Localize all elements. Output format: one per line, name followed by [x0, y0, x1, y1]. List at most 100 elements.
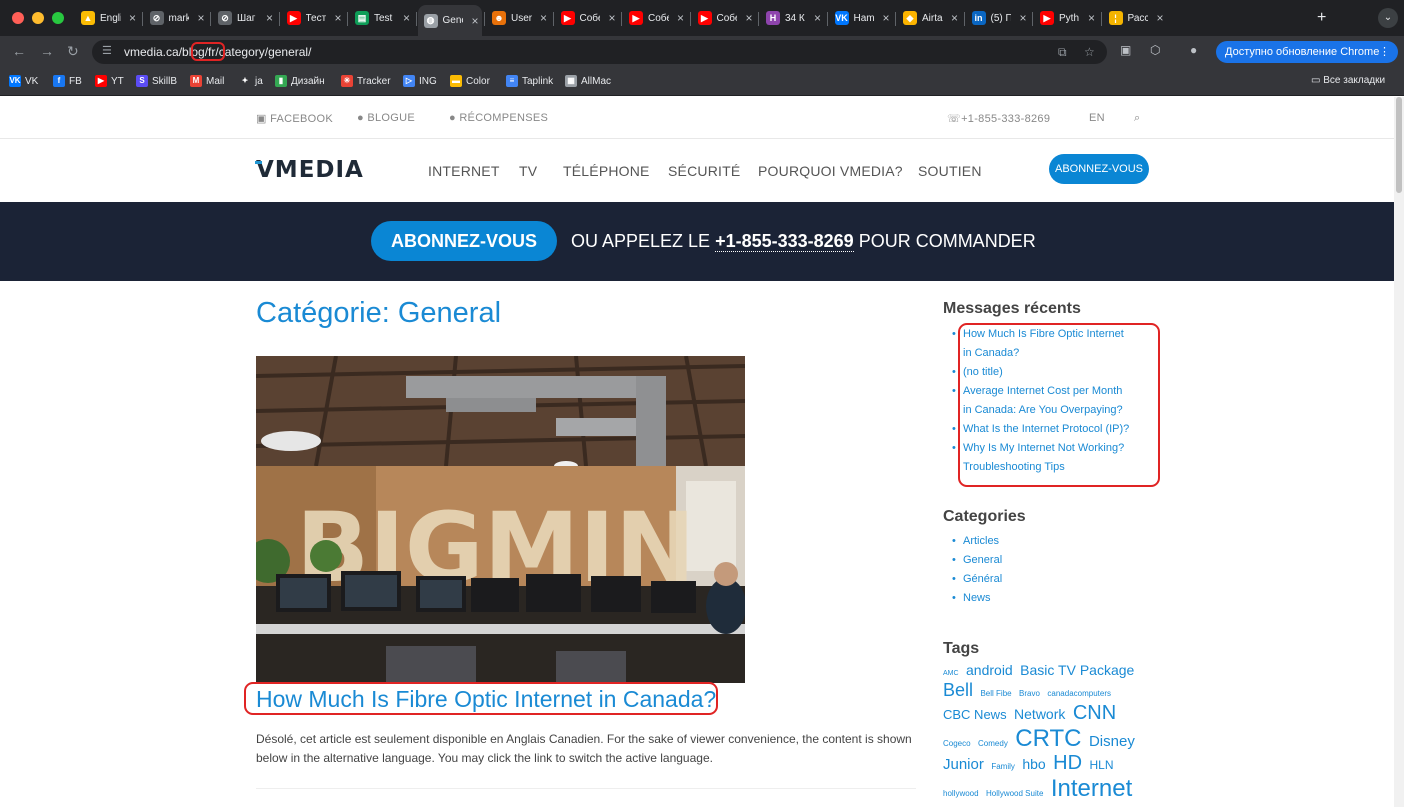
subscribe-button[interactable]: ABONNEZ-VOUS: [1049, 154, 1149, 184]
bookmark-item[interactable]: ▶ YT: [95, 75, 124, 87]
nav-telephone[interactable]: TÉLÉPHONE: [563, 163, 650, 179]
page-scrollbar[interactable]: [1394, 97, 1404, 807]
browser-tab[interactable]: ▶ Тест ×: [281, 7, 346, 29]
minimize-window-button[interactable]: [32, 12, 44, 24]
close-tab-icon[interactable]: ×: [1085, 11, 1099, 25]
browser-tab[interactable]: H 34 К ×: [760, 7, 825, 29]
bookmark-item[interactable]: S SkillB: [136, 75, 177, 87]
close-tab-icon[interactable]: ×: [126, 11, 140, 25]
translate-extension-icon[interactable]: ▣: [1120, 43, 1131, 57]
address-bar[interactable]: ☰ vmedia.ca/blog/fr/category/general/ ⧉ …: [92, 40, 1107, 64]
tag-link[interactable]: CBC News: [943, 707, 1007, 722]
close-window-button[interactable]: [12, 12, 24, 24]
browser-tab[interactable]: ⊘ Шаг ×: [212, 7, 277, 29]
tag-link[interactable]: Basic TV Package: [1020, 662, 1134, 678]
tag-link[interactable]: Cogeco: [943, 739, 971, 748]
browser-tab[interactable]: ◆ Airta ×: [897, 7, 962, 29]
banner-subscribe-button[interactable]: ABONNEZ-VOUS: [371, 221, 557, 261]
bookmark-item[interactable]: ✦ ja: [239, 75, 263, 87]
back-icon[interactable]: ←: [12, 43, 26, 59]
browser-tab[interactable]: ▶ Собе ×: [555, 7, 620, 29]
browser-tab[interactable]: ☻ User ×: [486, 7, 551, 29]
bookmark-item[interactable]: ✳ Tracker: [341, 75, 391, 87]
tag-link[interactable]: Bell: [943, 680, 973, 700]
close-tab-icon[interactable]: ×: [537, 11, 551, 25]
sidebar-link[interactable]: • News: [952, 589, 1002, 608]
browser-tab[interactable]: ◍ Gene ×: [417, 5, 482, 36]
blog-link[interactable]: ● BLOGUE: [357, 112, 415, 124]
profile-avatar-icon[interactable]: ●: [1190, 43, 1197, 57]
chrome-update-button[interactable]: Доступно обновление Chrome ⋮: [1216, 41, 1398, 63]
tag-link[interactable]: Hollywood Suite: [986, 789, 1043, 798]
browser-tab[interactable]: ¦ Расс ×: [1103, 7, 1168, 29]
translate-icon[interactable]: ⧉: [1058, 45, 1067, 60]
close-tab-icon[interactable]: ×: [194, 11, 208, 25]
tag-link[interactable]: android: [966, 662, 1013, 678]
sidebar-link[interactable]: • Général: [952, 570, 1002, 589]
nav-internet[interactable]: INTERNET: [428, 163, 500, 179]
tag-link[interactable]: Internet: [1051, 775, 1132, 802]
bookmark-item[interactable]: ▬ Color: [450, 75, 490, 87]
close-tab-icon[interactable]: ×: [811, 11, 825, 25]
bookmark-item[interactable]: f FB: [53, 75, 82, 87]
sidebar-link[interactable]: • General: [952, 551, 1002, 570]
topbar-phone-link[interactable]: ☏+1-855-333-8269: [947, 112, 1050, 125]
site-info-icon[interactable]: ☰: [102, 44, 112, 57]
tag-link[interactable]: hollywood: [943, 789, 979, 798]
scrollbar-thumb[interactable]: [1396, 97, 1402, 193]
tag-link[interactable]: Bravo: [1019, 689, 1040, 698]
forward-icon[interactable]: →: [40, 43, 54, 59]
facebook-link[interactable]: ▣ FACEBOOK: [256, 112, 333, 125]
browser-tab[interactable]: ▶ Pyth ×: [1034, 7, 1099, 29]
nav-support[interactable]: SOUTIEN: [918, 163, 982, 179]
tag-link[interactable]: CRTC: [1015, 725, 1081, 752]
extensions-icon[interactable]: ⬡: [1150, 43, 1160, 57]
banner-phone-link[interactable]: +1-855-333-8269: [715, 231, 854, 252]
browser-tab[interactable]: ▤ Test ×: [349, 7, 414, 29]
tag-link[interactable]: AMC: [943, 670, 959, 677]
sidebar-link[interactable]: • Articles: [952, 532, 1002, 551]
tag-link[interactable]: Bell Fibe: [980, 689, 1011, 698]
search-icon[interactable]: ⌕: [1134, 112, 1140, 125]
reload-icon[interactable]: ↻: [67, 43, 79, 60]
tag-link[interactable]: Comedy: [978, 739, 1008, 748]
close-tab-icon[interactable]: ×: [468, 14, 482, 28]
bookmark-item[interactable]: M Mail: [190, 75, 224, 87]
tag-link[interactable]: hbo: [1022, 756, 1045, 772]
tag-link[interactable]: canadacomputers: [1047, 689, 1111, 698]
all-bookmarks-button[interactable]: ▭ Все закладки: [1311, 75, 1385, 86]
bookmark-item[interactable]: ▷ ING: [403, 75, 437, 87]
browser-tab[interactable]: ▲ Engli ×: [75, 7, 140, 29]
browser-tab[interactable]: in (5) П ×: [966, 7, 1031, 29]
tab-search-button[interactable]: ⌄: [1378, 8, 1398, 28]
close-tab-icon[interactable]: ×: [263, 11, 277, 25]
close-tab-icon[interactable]: ×: [1016, 11, 1030, 25]
language-switch[interactable]: EN: [1089, 112, 1105, 124]
close-tab-icon[interactable]: ×: [879, 11, 893, 25]
maximize-window-button[interactable]: [52, 12, 64, 24]
close-tab-icon[interactable]: ×: [605, 11, 619, 25]
tag-link[interactable]: HD: [1053, 752, 1082, 774]
close-tab-icon[interactable]: ×: [948, 11, 962, 25]
browser-tab[interactable]: ▶ Собе ×: [692, 7, 757, 29]
rewards-link[interactable]: ● RÉCOMPENSES: [449, 112, 548, 124]
close-tab-icon[interactable]: ×: [742, 11, 756, 25]
tag-link[interactable]: Network: [1014, 706, 1065, 722]
close-tab-icon[interactable]: ×: [331, 11, 345, 25]
nav-security[interactable]: SÉCURITÉ: [668, 163, 740, 179]
browser-tab[interactable]: ⊘ mark ×: [144, 7, 209, 29]
bookmark-star-icon[interactable]: ☆: [1084, 45, 1095, 59]
close-tab-icon[interactable]: ×: [1153, 11, 1167, 25]
browser-tab[interactable]: ▶ Собе ×: [623, 7, 688, 29]
browser-tab[interactable]: VK Ham ×: [829, 7, 894, 29]
nav-tv[interactable]: TV: [519, 163, 537, 179]
bookmark-item[interactable]: ▦ AllMac: [565, 75, 611, 87]
tag-link[interactable]: Family: [991, 762, 1015, 771]
post-featured-image[interactable]: BIGMIN: [256, 356, 745, 683]
bookmark-item[interactable]: VK VK: [9, 75, 38, 87]
tag-link[interactable]: CNN: [1073, 702, 1116, 724]
close-tab-icon[interactable]: ×: [674, 11, 688, 25]
new-tab-button[interactable]: +: [1317, 9, 1326, 27]
bookmark-item[interactable]: ▮ Дизайн: [275, 75, 325, 87]
tag-link[interactable]: HLN: [1089, 758, 1113, 772]
